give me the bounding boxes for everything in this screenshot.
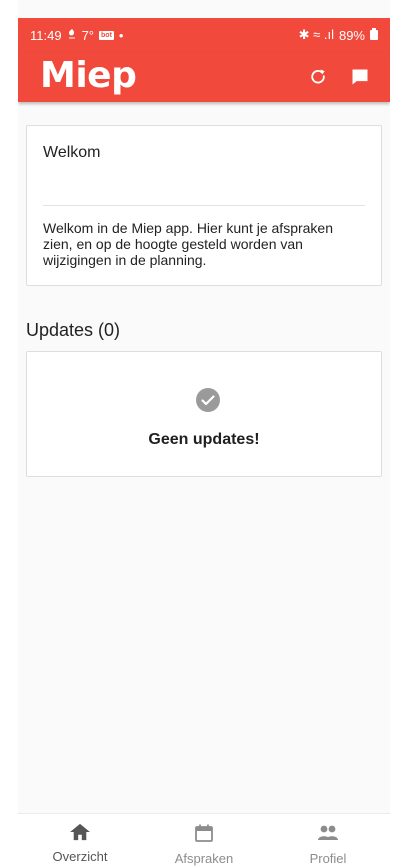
people-icon: [316, 823, 340, 848]
calendar-icon: [194, 823, 214, 848]
home-icon: [69, 823, 91, 846]
refresh-icon-svg: [311, 69, 325, 84]
nav-label-profiel: Profiel: [309, 851, 347, 866]
welcome-body: Welkom in de Miep app. Hier kunt je afsp…: [43, 220, 333, 268]
app-logo: Miep: [40, 55, 137, 96]
updates-title: Updates (0): [26, 320, 121, 340]
left-frame-margin: [0, 0, 18, 868]
bottom-navigation: Overzicht Afspraken Profiel: [18, 813, 390, 868]
status-app-badge: bot: [99, 30, 114, 40]
no-updates-text: Geen updates!: [148, 431, 260, 448]
user-name-placeholder: [43, 169, 106, 191]
status-dot: •: [118, 27, 124, 43]
nav-item-afspraken[interactable]: Afspraken: [142, 814, 266, 868]
welcome-title: Welkom: [43, 144, 101, 161]
message-icon-svg: [352, 69, 368, 85]
nav-label-overzicht: Overzicht: [52, 849, 108, 864]
battery-percent: 89%: [338, 27, 365, 43]
refresh-icon[interactable]: [306, 65, 330, 89]
status-temperature: 7°: [81, 27, 95, 43]
nav-item-profiel[interactable]: Profiel: [266, 814, 390, 868]
welcome-divider: [43, 205, 365, 206]
signal-icons: ✱ ≈ .ıl: [298, 27, 334, 42]
weather-icon-svg: [68, 28, 75, 38]
welcome-card: Welkom Welkom in de Miep app. Hier kunt …: [26, 125, 382, 286]
updates-card: Geen updates!: [26, 351, 382, 477]
check-circle-icon: [195, 387, 221, 413]
nav-item-overzicht[interactable]: Overzicht: [18, 814, 142, 868]
status-right: ✱ ≈ .ıl 89%: [299, 27, 378, 43]
status-time: 11:49: [30, 27, 62, 43]
nav-label-afspraken: Afspraken: [174, 851, 234, 866]
people-icon-svg: [318, 825, 338, 840]
battery-icon: [370, 28, 378, 40]
right-frame-margin: [390, 0, 400, 868]
calendar-icon-svg: [195, 824, 213, 842]
status-bar: 11:49 7° bot • ✱ ≈ .ıl 89%: [18, 18, 390, 52]
home-icon-svg: [70, 823, 90, 841]
weather-icon: [67, 28, 77, 43]
status-left: 11:49 7° bot •: [30, 28, 123, 43]
app-screen: 11:49 7° bot • ✱ ≈ .ıl 89% Miep Welkom W…: [18, 0, 390, 868]
app-bar: Miep: [18, 52, 390, 102]
message-icon[interactable]: [348, 65, 372, 89]
check-circle-icon-svg: [196, 388, 220, 412]
